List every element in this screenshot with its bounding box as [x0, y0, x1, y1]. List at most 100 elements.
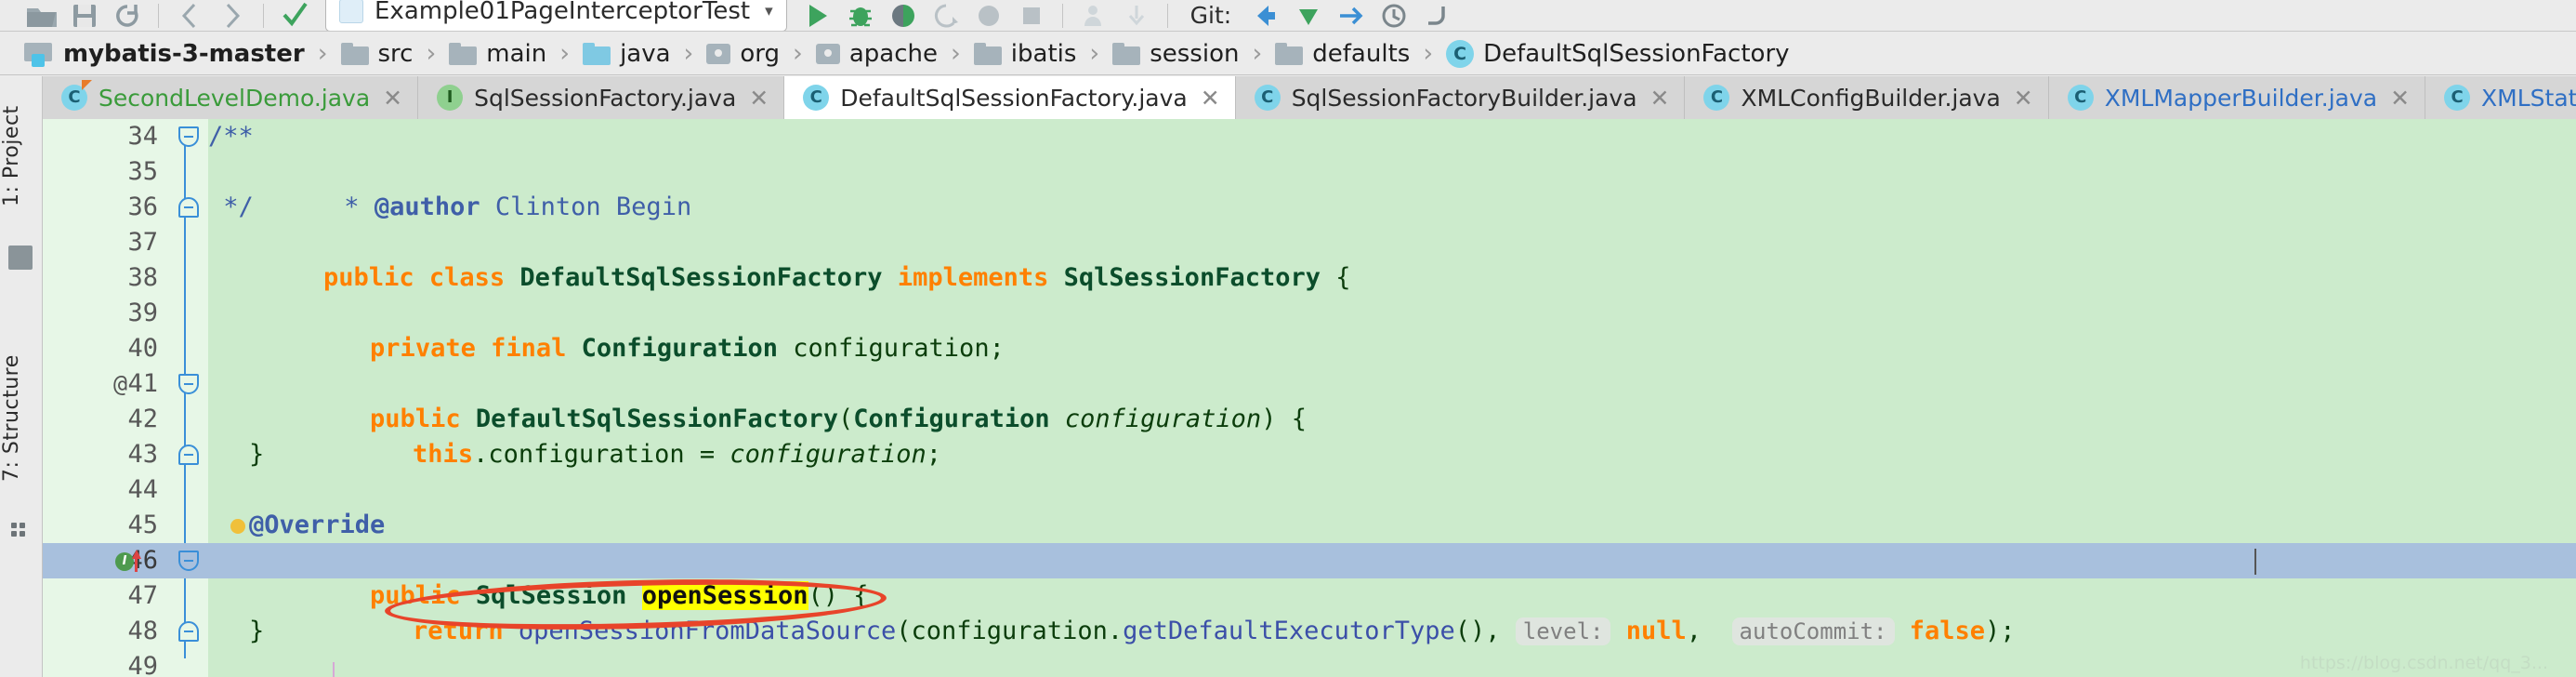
close-icon[interactable]: ✕ [1201, 86, 1220, 110]
close-icon[interactable]: ✕ [2390, 86, 2410, 110]
run-icon[interactable] [796, 0, 839, 31]
code-line-selected[interactable]: 46 public SqlSession openSession() { [43, 543, 2576, 610]
breadcrumb-item-project[interactable]: mybatis-3-master [24, 40, 305, 68]
toolbar-divider-4 [1166, 3, 1168, 28]
breadcrumb-item-java[interactable]: java [583, 40, 671, 68]
breadcrumb-item-class[interactable]: DefaultSqlSessionFactory [1446, 39, 1790, 68]
fold-toggle[interactable] [175, 119, 203, 154]
fold-toggle[interactable] [175, 437, 203, 472]
breadcrumb-label: main [486, 39, 547, 68]
close-icon[interactable]: ✕ [1650, 86, 1670, 110]
run-coverage-icon[interactable] [882, 0, 925, 31]
code-line[interactable]: 36 */ [43, 190, 2576, 225]
editor-tab-sqlsessionfactorybuilder[interactable]: SqlSessionFactoryBuilder.java ✕ [1235, 76, 1686, 119]
fold-toggle[interactable] [175, 614, 203, 649]
breadcrumb-item-org[interactable]: org [706, 40, 780, 68]
folder-icon [1112, 42, 1141, 65]
project-view-icon[interactable] [8, 246, 33, 270]
code-line[interactable]: 41 @ public DefaultSqlSessionFactory(Con… [43, 366, 2576, 433]
implemented-method-marker-icon[interactable] [115, 550, 141, 573]
sidebar-item-structure[interactable]: 7: Structure [0, 325, 43, 511]
intention-bulb-icon[interactable] [230, 519, 245, 534]
editor-tab-sqlsessionfactory[interactable]: SqlSessionFactory.java ✕ [418, 76, 785, 119]
code-line[interactable]: 47 return openSessionFromDataSource(conf… [43, 578, 2576, 645]
line-number: 38 [127, 263, 158, 292]
code-line[interactable]: 40 [43, 331, 2576, 366]
run-configuration-selector[interactable]: Example01PageInterceptorTest ▾ [325, 0, 787, 31]
close-icon[interactable]: ✕ [383, 86, 402, 110]
code-line[interactable]: 38 [43, 260, 2576, 296]
editor-tab-xmlconfigbuilder[interactable]: XMLConfigBuilder.java ✕ [1685, 76, 2049, 119]
history-icon[interactable] [1373, 0, 1415, 31]
close-icon[interactable]: ✕ [2014, 86, 2033, 110]
override-gutter-marker[interactable]: @ [113, 366, 127, 402]
commit-icon[interactable] [1287, 0, 1330, 31]
profile-icon[interactable] [925, 0, 967, 31]
code-line[interactable]: 39 private final Configuration configura… [43, 296, 2576, 363]
line-number: 37 [127, 228, 158, 257]
line-number: 41 [127, 369, 158, 398]
breadcrumb-item-main[interactable]: main [449, 40, 546, 68]
tab-label: XMLMapperBuilder.java [2104, 84, 2378, 112]
open-folder-icon[interactable] [20, 0, 63, 31]
toolbar-divider-2 [263, 3, 264, 28]
checkmark-icon[interactable] [273, 0, 316, 31]
line-number: 35 [127, 157, 158, 186]
breadcrumb-item-apache[interactable]: apache [815, 40, 938, 68]
breadcrumb-item-defaults[interactable]: defaults [1275, 40, 1410, 68]
breadcrumb-item-session[interactable]: session [1112, 40, 1239, 68]
breadcrumb-item-src[interactable]: src [340, 39, 414, 68]
breadcrumb-separator: › [426, 39, 437, 68]
breadcrumb-label: mybatis-3-master [63, 39, 305, 68]
rollback-icon[interactable] [1415, 0, 1458, 31]
breadcrumb-label: org [740, 39, 781, 68]
chevron-down-icon[interactable]: ▾ [765, 2, 773, 20]
breadcrumb-item-ibatis[interactable]: ibatis [973, 40, 1076, 68]
code-line[interactable]: 42 this.configuration = configuration; [43, 402, 2576, 469]
sync-icon[interactable] [106, 0, 149, 31]
redo-icon[interactable] [211, 0, 254, 31]
structure-icon[interactable] [11, 523, 30, 541]
watermark-text: https://blog.csdn.net/qq_3... [2299, 653, 2548, 673]
code-line[interactable]: 43 } [43, 437, 2576, 472]
code-line[interactable]: 37 public class DefaultSqlSessionFactory… [43, 225, 2576, 292]
run-config-label: Example01PageInterceptorTest [375, 0, 751, 25]
build-icon[interactable] [1010, 0, 1053, 31]
editor-tab-xmlstatementbuilder[interactable]: XMLStatementBuilder.java ✕ [2425, 76, 2576, 119]
code-text: } [249, 440, 265, 469]
undo-icon[interactable] [168, 0, 211, 31]
code-line[interactable]: 34 /** [43, 119, 2576, 154]
folder-icon [973, 42, 1002, 65]
download-icon[interactable] [1115, 0, 1158, 31]
close-icon[interactable]: ✕ [749, 86, 769, 110]
line-number: 46 [127, 546, 158, 575]
breadcrumb-label: src [377, 39, 414, 68]
code-line[interactable]: 44 [43, 472, 2576, 508]
push-icon[interactable] [1330, 0, 1373, 31]
update-project-icon[interactable] [1244, 0, 1287, 31]
package-icon [815, 42, 840, 66]
code-line[interactable]: 48 } [43, 614, 2576, 649]
attach-icon[interactable] [1072, 0, 1115, 31]
java-class-icon [803, 85, 830, 111]
java-class-icon [1446, 39, 1475, 68]
sidebar-item-project[interactable]: 1: Project [0, 82, 43, 231]
save-icon[interactable] [63, 0, 106, 31]
fold-toggle[interactable] [175, 543, 203, 578]
code-editor[interactable]: 34 /** 35 * @author Clinton Begin 36 */ … [43, 119, 2576, 677]
source-folder-icon [583, 42, 611, 65]
fold-toggle[interactable] [175, 190, 203, 225]
editor-tab-defaultsqlsessionfactory[interactable]: DefaultSqlSessionFactory.java ✕ [784, 76, 1236, 119]
editor-tab-xmlmapperbuilder[interactable]: XMLMapperBuilder.java ✕ [2048, 76, 2426, 119]
code-line[interactable]: 49 [43, 649, 2576, 677]
editor-tab-secondleveldemo[interactable]: SecondLevelDemo.java ✕ [43, 76, 419, 119]
intellij-idea-window: Example01PageInterceptorTest ▾ Git: myba… [0, 0, 2576, 677]
code-line[interactable]: 35 * @author Clinton Begin [43, 154, 2576, 221]
java-class-icon [2444, 85, 2471, 111]
breadcrumb-label: defaults [1312, 39, 1411, 68]
stop-icon[interactable] [967, 0, 1010, 31]
breadcrumb-separator: › [317, 39, 328, 68]
code-line[interactable]: 45 @Override [43, 508, 2576, 543]
fold-toggle[interactable] [175, 366, 203, 402]
debug-icon[interactable] [839, 0, 882, 31]
